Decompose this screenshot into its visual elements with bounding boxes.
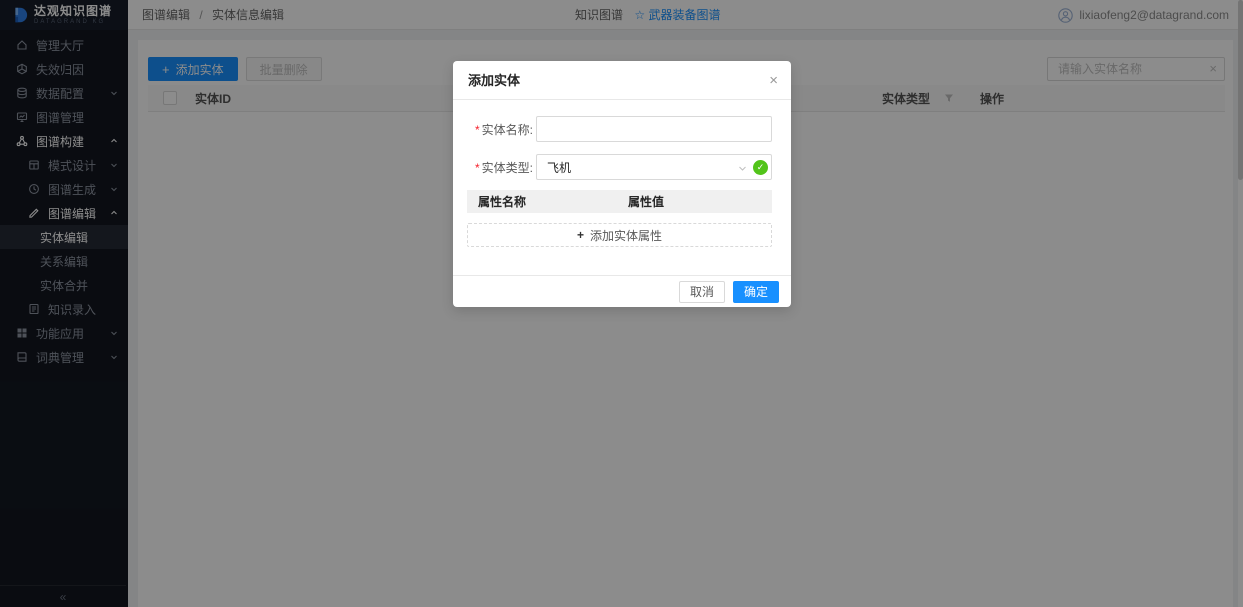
validated-check-icon: ✓	[753, 160, 768, 175]
add-entity-modal: 添加实体 × *实体名称: *实体类型: 飞机 ✓ 属性名称 属性值 + 添加实…	[453, 61, 791, 307]
confirm-button[interactable]: 确定	[733, 281, 779, 303]
chevron-down-icon	[738, 164, 747, 173]
required-mark: *	[475, 161, 480, 175]
close-icon[interactable]: ×	[769, 61, 778, 100]
modal-footer: 取消 确定	[453, 275, 791, 307]
plus-icon: +	[577, 228, 584, 242]
entity-type-row: *实体类型: 飞机 ✓	[467, 154, 772, 180]
modal-title: 添加实体	[468, 73, 520, 88]
entity-name-row: *实体名称:	[467, 116, 772, 142]
required-mark: *	[475, 123, 480, 137]
cancel-button[interactable]: 取消	[679, 281, 725, 303]
entity-type-label: 实体类型:	[482, 161, 533, 175]
add-entity-property-button[interactable]: + 添加实体属性	[467, 223, 772, 247]
modal-body: *实体名称: *实体类型: 飞机 ✓ 属性名称 属性值 + 添加实体属性	[453, 100, 791, 247]
entity-name-input[interactable]	[536, 116, 772, 142]
entity-type-select[interactable]: 飞机 ✓	[536, 154, 772, 180]
column-property-value: 属性值	[628, 193, 664, 210]
column-property-name: 属性名称	[467, 193, 628, 210]
entity-type-value: 飞机	[547, 159, 571, 176]
property-table-header: 属性名称 属性值	[467, 190, 772, 213]
modal-header: 添加实体 ×	[453, 61, 791, 100]
entity-name-label: 实体名称:	[482, 123, 533, 137]
